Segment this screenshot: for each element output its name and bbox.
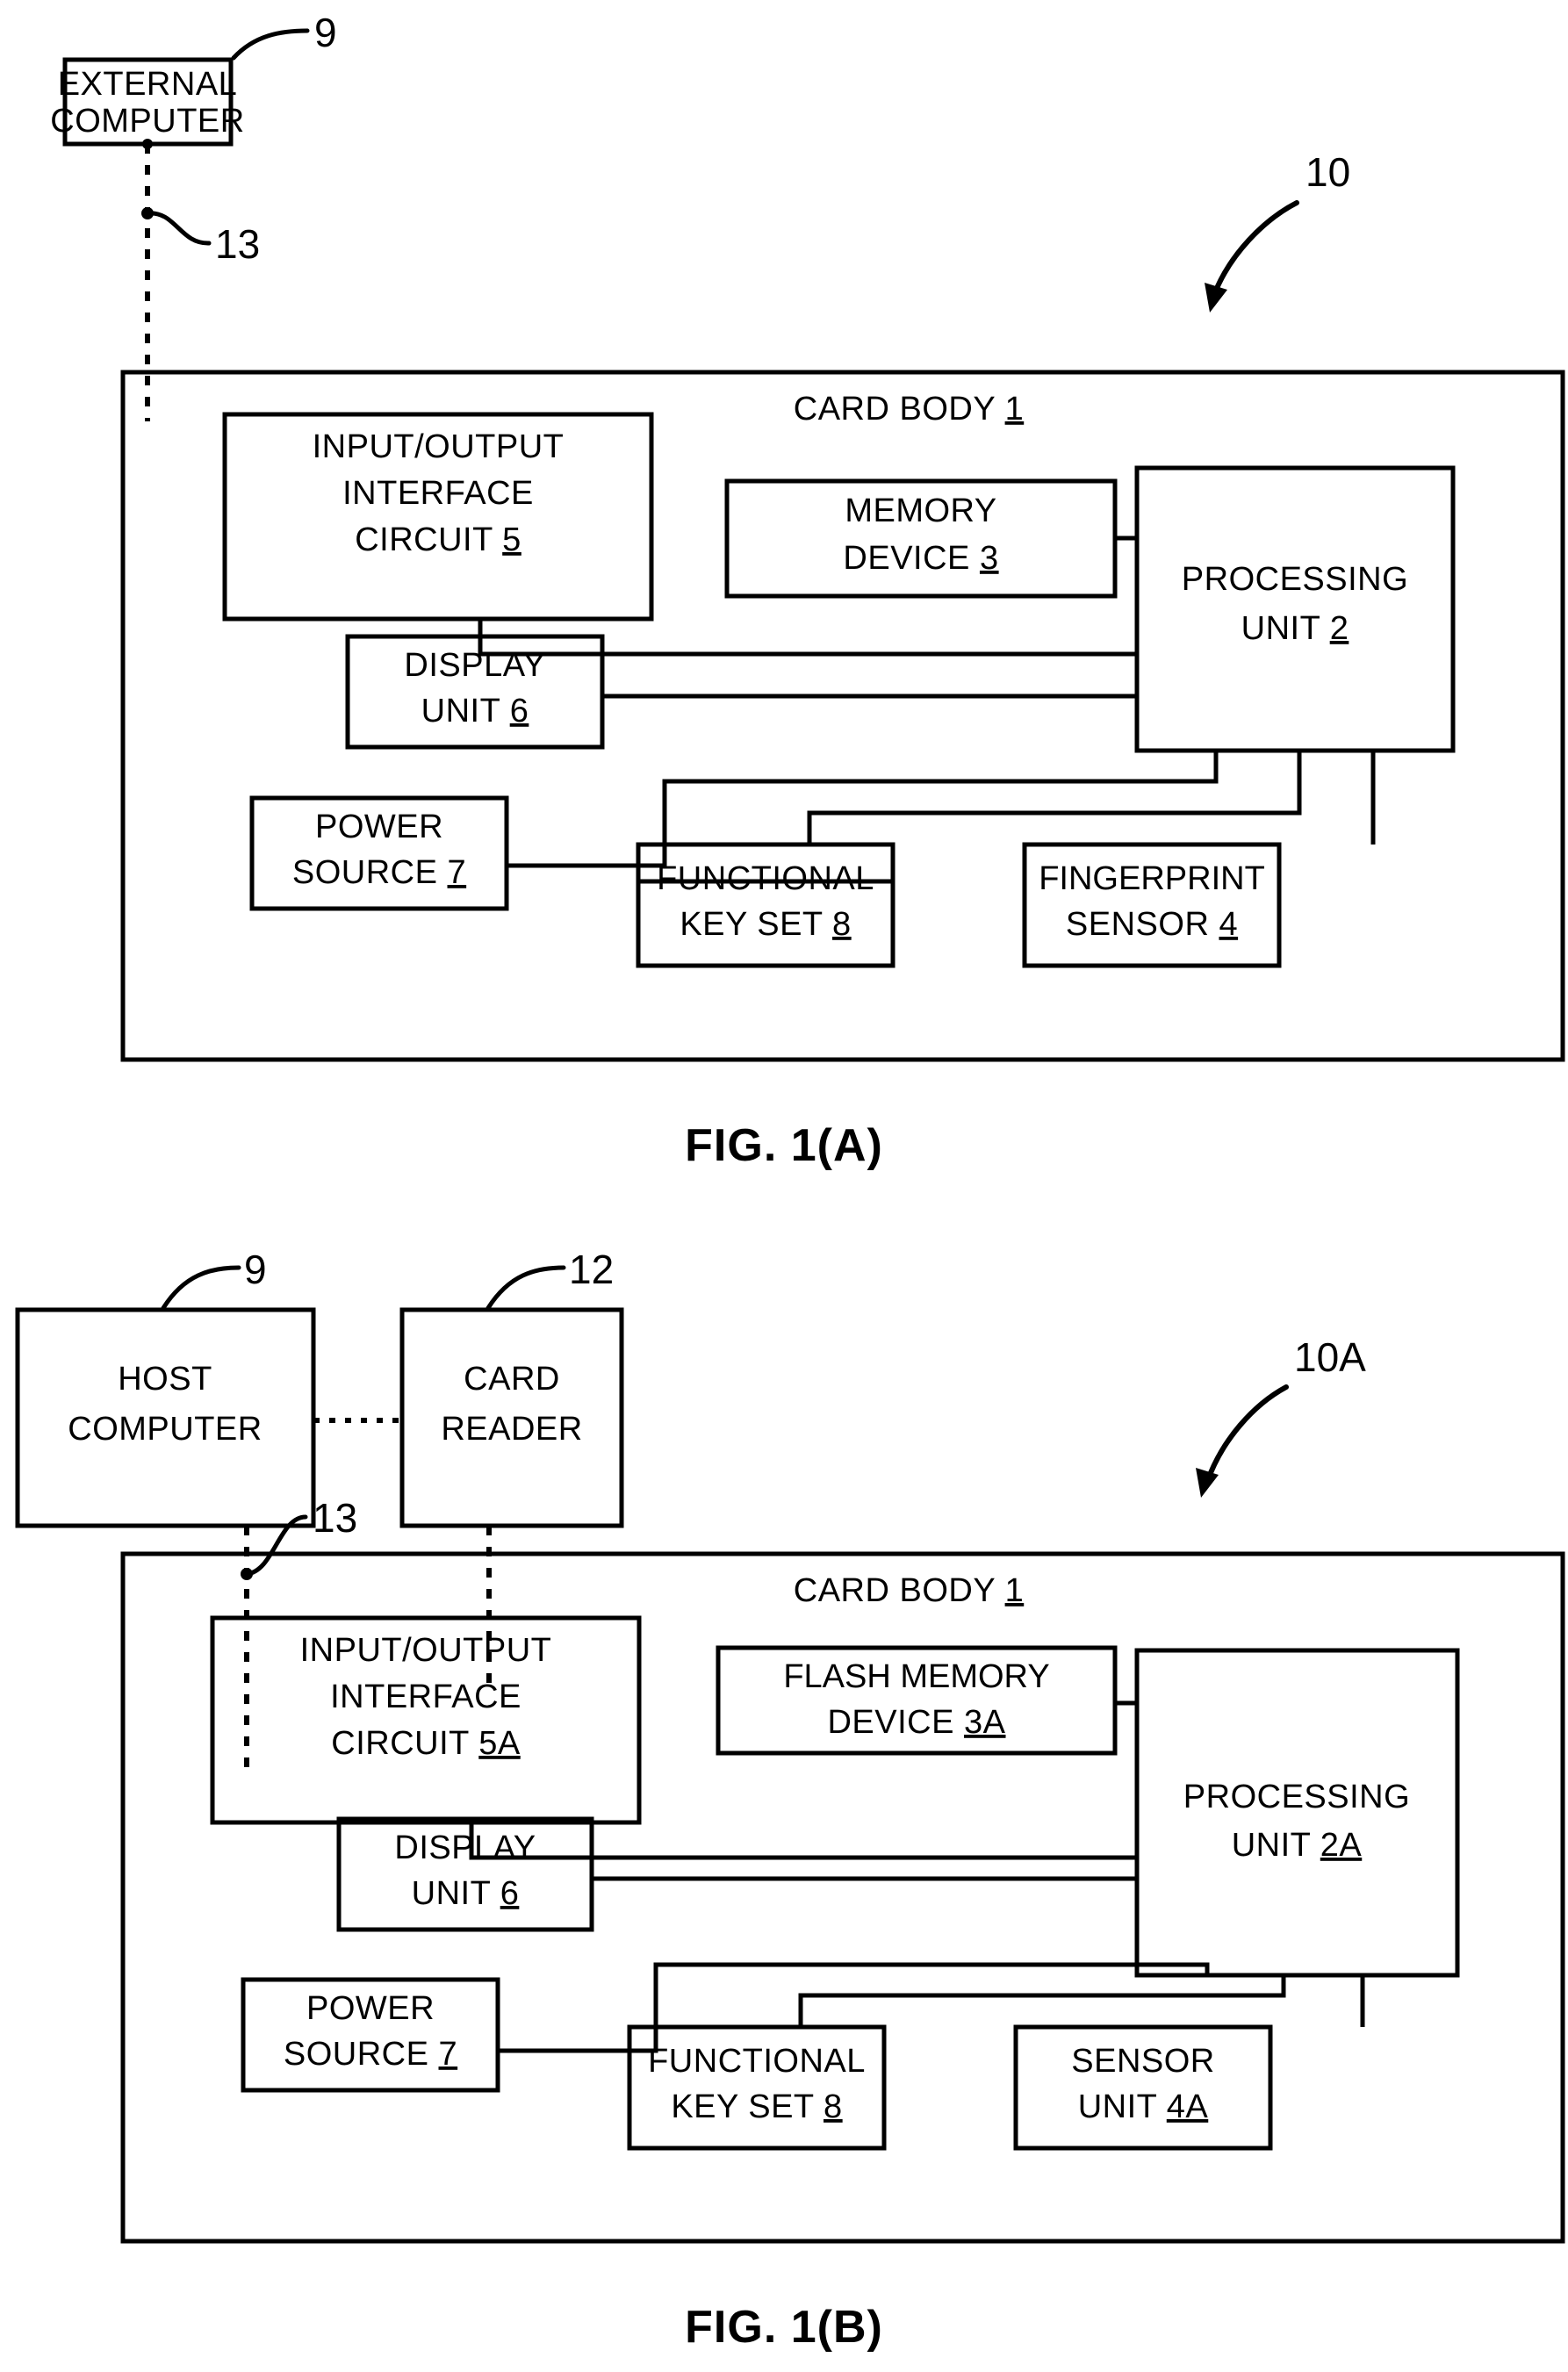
power-source-line2-b: SOURCE 7 bbox=[284, 2036, 457, 2073]
power-source-line1-b: POWER bbox=[306, 1990, 435, 2027]
display-unit-line2-a: UNIT 6 bbox=[421, 693, 529, 730]
figure-caption-1a: FIG. 1(A) bbox=[685, 1120, 883, 1171]
power-source-line2-a: SOURCE 7 bbox=[292, 854, 466, 891]
wire-keyset-to-processing-b bbox=[798, 1975, 1286, 2027]
external-computer-line2: COMPUTER bbox=[50, 103, 244, 140]
lead-arrow-ref-10 bbox=[1211, 200, 1299, 299]
io-interface-line3-a: CIRCUIT 5 bbox=[355, 521, 521, 558]
flash-memory-line1-b: FLASH MEMORY bbox=[783, 1658, 1049, 1695]
ref-label-12-b: 12 bbox=[569, 1247, 614, 1292]
fingerprint-sensor-line2-a: SENSOR 4 bbox=[1066, 906, 1238, 943]
processing-unit-line1-a: PROCESSING bbox=[1182, 561, 1408, 598]
card-reader-line1: CARD bbox=[464, 1361, 560, 1398]
figure-1b: 9 HOST COMPUTER 12 CARD READER 13 10A CA… bbox=[15, 1247, 1565, 2353]
io-interface-line1-b: INPUT/OUTPUT bbox=[300, 1632, 552, 1669]
power-source-line1-a: POWER bbox=[315, 809, 443, 845]
memory-device-line2-a: DEVICE 3 bbox=[843, 540, 998, 577]
figure-1a: 9 EXTERNAL COMPUTER 13 10 CARD BODY 1 IN… bbox=[50, 10, 1565, 1171]
ref-label-9-a: 9 bbox=[314, 10, 337, 55]
functional-key-set-line2-a: KEY SET 8 bbox=[680, 906, 851, 943]
lead-arrow-ref-10a bbox=[1205, 1384, 1289, 1484]
wire-power-to-processing-a bbox=[507, 751, 1219, 868]
wire-power-to-processing-b bbox=[498, 1962, 1210, 2053]
functional-key-set-line1-a: FUNCTIONAL bbox=[657, 860, 874, 897]
io-interface-line1-a: INPUT/OUTPUT bbox=[313, 428, 565, 465]
card-body-outline-a bbox=[120, 370, 1565, 1062]
external-computer-line1: EXTERNAL bbox=[58, 66, 238, 103]
card-body-label-b: CARD BODY 1 bbox=[794, 1572, 1024, 1609]
lead-line-ref-12-b bbox=[486, 1265, 566, 1311]
arrowhead-ref-10 bbox=[1205, 283, 1227, 313]
functional-key-set-line1-b: FUNCTIONAL bbox=[648, 2043, 866, 2080]
display-unit-line1-a: DISPLAY bbox=[404, 647, 545, 684]
figure-canvas: 9 EXTERNAL COMPUTER 13 10 CARD BODY 1 IN… bbox=[15, 10, 1565, 2353]
host-computer-line2: COMPUTER bbox=[68, 1411, 262, 1448]
processing-unit-line2-a: UNIT 2 bbox=[1241, 610, 1349, 647]
processing-unit-line1-b: PROCESSING bbox=[1183, 1779, 1410, 1815]
io-interface-line2-b: INTERFACE bbox=[330, 1678, 521, 1715]
host-computer-line1: HOST bbox=[118, 1361, 212, 1398]
display-unit-line2-b: UNIT 6 bbox=[412, 1875, 520, 1912]
wire-keyset-to-processing-a bbox=[807, 751, 1302, 845]
sensor-unit-line2-b: UNIT 4A bbox=[1078, 2088, 1209, 2125]
lead-line-ref-9-a bbox=[231, 28, 310, 61]
wire-io-to-processing-b bbox=[469, 1822, 1137, 1860]
ref-label-9-b: 9 bbox=[244, 1247, 267, 1292]
display-unit-line1-b: DISPLAY bbox=[394, 1829, 536, 1866]
processing-unit-line2-b: UNIT 2A bbox=[1232, 1827, 1363, 1864]
io-interface-line3-b: CIRCUIT 5A bbox=[331, 1725, 521, 1762]
functional-key-set-line2-b: KEY SET 8 bbox=[671, 2088, 842, 2125]
arrowhead-ref-10a bbox=[1196, 1468, 1219, 1498]
lead-line-ref-9-b bbox=[161, 1265, 241, 1311]
ref-label-13-a: 13 bbox=[215, 221, 260, 267]
patent-figure-sheet: 9 EXTERNAL COMPUTER 13 10 CARD BODY 1 IN… bbox=[0, 0, 1568, 2372]
junction-dot-external-a bbox=[142, 139, 153, 149]
flash-memory-line2-b: DEVICE 3A bbox=[827, 1704, 1005, 1741]
memory-device-line1-a: MEMORY bbox=[845, 492, 996, 529]
lead-line-ref-13-a bbox=[145, 211, 212, 246]
ref-label-10: 10 bbox=[1305, 149, 1350, 195]
processing-unit-box-a bbox=[1134, 465, 1456, 753]
io-interface-line2-a: INTERFACE bbox=[342, 475, 534, 512]
sensor-unit-line1-b: SENSOR bbox=[1071, 2043, 1214, 2080]
fingerprint-sensor-line1-a: FINGERPRINT bbox=[1039, 860, 1265, 897]
ref-label-10a: 10A bbox=[1294, 1334, 1366, 1380]
ref-label-13-b: 13 bbox=[313, 1495, 357, 1541]
card-reader-line2: READER bbox=[441, 1411, 582, 1448]
figure-caption-1b: FIG. 1(B) bbox=[685, 2302, 883, 2353]
card-body-label-a: CARD BODY 1 bbox=[794, 391, 1024, 428]
